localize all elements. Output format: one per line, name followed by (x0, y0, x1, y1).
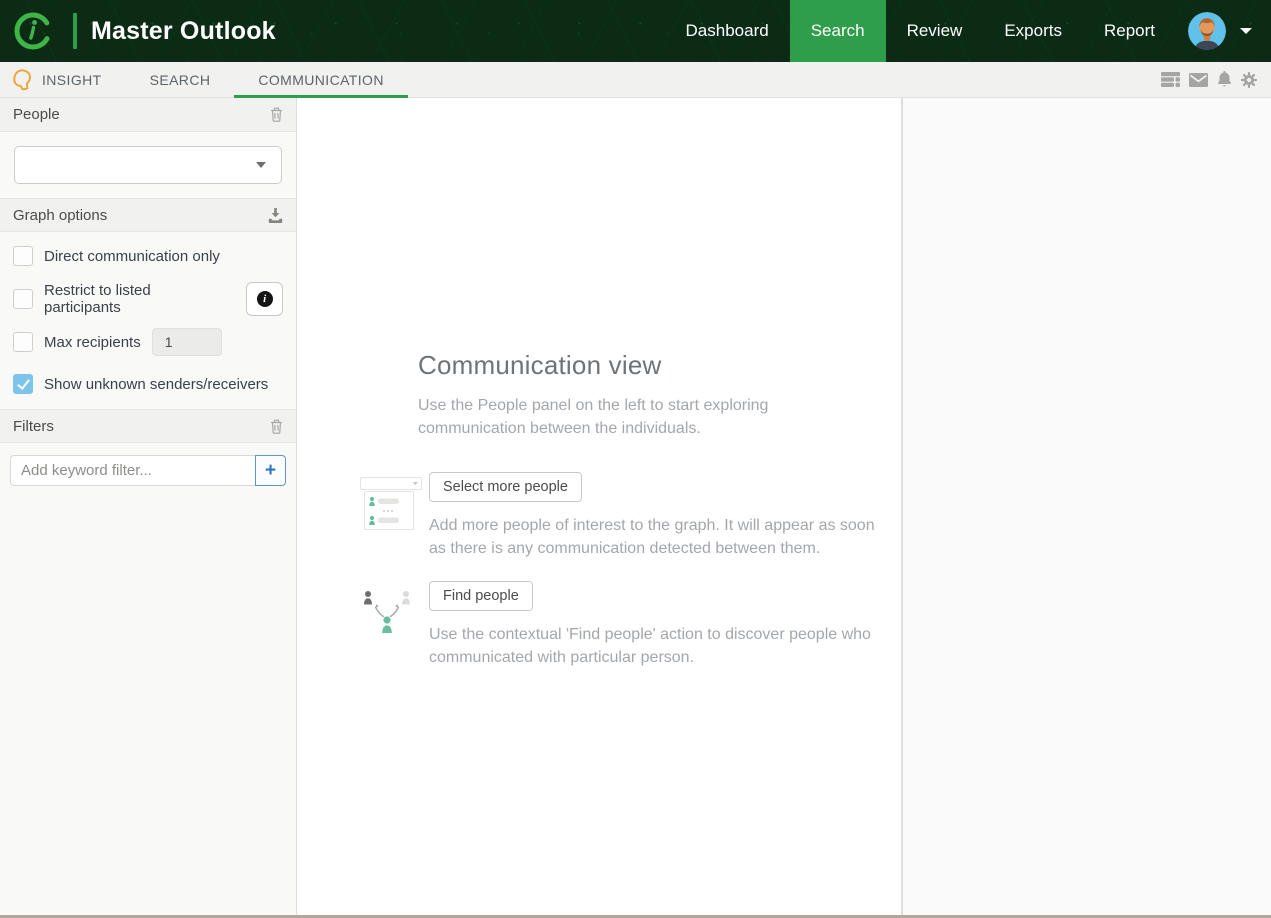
option-row: Direct communication only (0, 235, 296, 277)
show-unknown-checkbox[interactable] (13, 374, 33, 394)
direct-communication-checkbox[interactable] (13, 246, 33, 266)
filters-title: Filters (13, 418, 54, 435)
page-title: Communication view (418, 350, 901, 381)
nav-exports[interactable]: Exports (983, 0, 1083, 62)
people-panel-body (0, 132, 296, 198)
max-recipients-checkbox[interactable] (13, 332, 33, 352)
option-label: Show unknown senders/receivers (44, 376, 268, 393)
bell-icon[interactable] (1217, 71, 1232, 88)
people-panel-title: People (13, 106, 60, 123)
tab-insight[interactable]: INSIGHT (0, 62, 126, 97)
find-people-illustration-icon (360, 581, 429, 669)
top-nav: Dashboard Search Review Exports Report (665, 0, 1271, 62)
chevron-down-icon (256, 162, 266, 168)
find-people-button[interactable]: Find people (429, 581, 533, 611)
nav-dashboard[interactable]: Dashboard (665, 0, 790, 62)
intro-text: Use the People panel on the left to star… (418, 394, 770, 440)
nav-report[interactable]: Report (1083, 0, 1176, 62)
graph-options-title: Graph options (13, 207, 107, 224)
chevron-down-icon[interactable] (1240, 28, 1252, 34)
user-avatar[interactable] (1188, 12, 1226, 50)
option-label: Direct communication only (44, 248, 220, 265)
filters-header: Filters (0, 409, 296, 443)
people-select[interactable] (14, 146, 282, 184)
tab-search[interactable]: SEARCH (126, 62, 235, 97)
app-logo-icon (12, 8, 56, 54)
info-button[interactable]: i (246, 282, 283, 316)
people-panel-header: People (0, 98, 296, 132)
keyword-filter-input[interactable] (10, 455, 255, 486)
detail-panel (902, 98, 1271, 915)
tab-insight-label: INSIGHT (42, 72, 102, 88)
select-more-people-button[interactable]: Select more people (429, 472, 582, 502)
top-header: Master Outlook Dashboard Search Review E… (0, 0, 1271, 62)
tab-communication-label: COMMUNICATION (258, 72, 384, 88)
app-title: Master Outlook (91, 17, 276, 46)
brand-separator (73, 13, 77, 49)
nav-review[interactable]: Review (886, 0, 984, 62)
server-icon[interactable] (1161, 72, 1180, 87)
brand[interactable]: Master Outlook (0, 0, 276, 62)
info-icon: i (257, 291, 273, 307)
nav-search[interactable]: Search (790, 0, 886, 62)
communication-canvas: Communication view Use the People panel … (297, 98, 902, 915)
restrict-participants-checkbox[interactable] (13, 289, 33, 309)
option-label: Max recipients (44, 334, 141, 351)
empty-state: Communication view Use the People panel … (297, 98, 901, 669)
option-row: Show unknown senders/receivers (0, 363, 296, 405)
graph-options-body: Direct communication only Restrict to li… (0, 232, 296, 409)
max-recipients-input[interactable] (152, 328, 222, 356)
left-sidebar: People Graph options (0, 98, 297, 915)
user-menu[interactable] (1176, 0, 1271, 62)
section-tabbar: INSIGHT SEARCH COMMUNICATION (0, 62, 1271, 98)
hint-body: Select more people Add more people of in… (429, 472, 899, 560)
clear-people-trash-icon[interactable] (270, 107, 283, 122)
keyword-filter-group: + (10, 455, 286, 486)
option-row: Max recipients (0, 321, 296, 363)
add-filter-button[interactable]: + (255, 455, 286, 486)
gear-icon[interactable] (1241, 72, 1257, 88)
hint-body: Find people Use the contextual 'Find peo… (429, 581, 899, 669)
people-list-illustration-icon (360, 472, 429, 560)
graph-options-header: Graph options (0, 198, 296, 232)
option-row: Restrict to listed participants i (0, 277, 296, 321)
filters-body: + (0, 443, 296, 498)
hint-select-people: Select more people Add more people of in… (418, 472, 901, 560)
clear-filters-trash-icon[interactable] (270, 419, 283, 434)
insight-head-icon (12, 69, 32, 91)
hint-find-people: Find people Use the contextual 'Find peo… (418, 581, 901, 669)
hint-text: Use the contextual 'Find people' action … (429, 623, 891, 669)
tab-search-label: SEARCH (150, 72, 211, 88)
option-label: Restrict to listed participants (44, 282, 229, 316)
download-icon[interactable] (268, 208, 283, 223)
hint-text: Add more people of interest to the graph… (429, 514, 891, 560)
toolbar-icons (1161, 62, 1271, 97)
mail-icon[interactable] (1189, 73, 1208, 87)
tab-communication[interactable]: COMMUNICATION (234, 62, 408, 97)
